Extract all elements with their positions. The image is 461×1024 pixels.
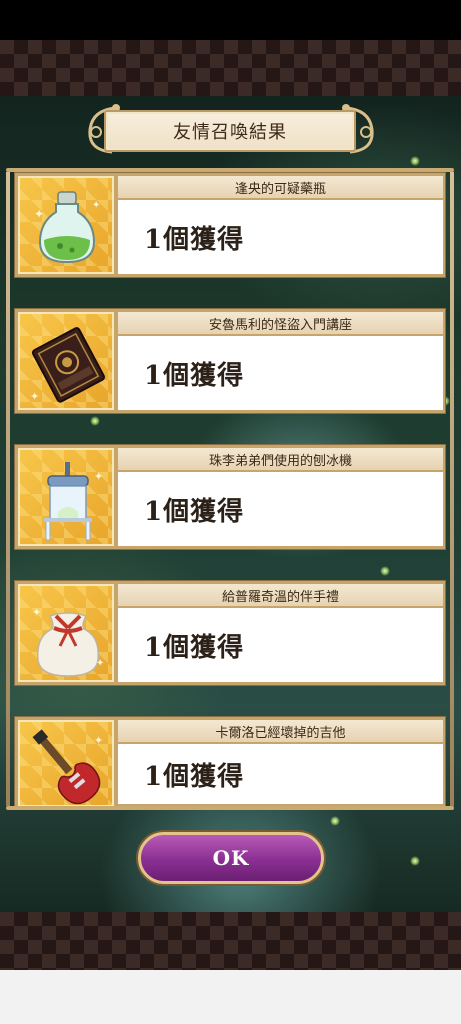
item-result-panel: 1個獲得 bbox=[118, 472, 443, 546]
status-bar bbox=[0, 0, 461, 40]
item-result: 1個獲得 bbox=[144, 360, 245, 391]
item-result: 1個獲得 bbox=[144, 632, 245, 663]
item-icon-frame: ✦ bbox=[18, 448, 114, 546]
potion-bottle-icon: ✦ ✦ bbox=[34, 191, 100, 264]
item-name: 珠李弟弟們使用的刨冰機 bbox=[118, 448, 443, 470]
ok-button[interactable]: OK bbox=[138, 832, 324, 884]
result-card: ✦ 珠李弟弟們使用的刨冰機 1個獲得 bbox=[14, 444, 446, 550]
item-result-panel: 1個獲得 bbox=[118, 336, 443, 410]
svg-text:✦: ✦ bbox=[96, 658, 104, 669]
item-result: 1個獲得 bbox=[144, 761, 245, 792]
page-title: 友情召喚結果 bbox=[173, 122, 287, 143]
frame-rail-bottom bbox=[6, 806, 454, 810]
bottom-diamond-border bbox=[0, 912, 461, 970]
item-name: 安魯馬利的怪盜入門講座 bbox=[118, 312, 443, 334]
item-name: 逢央的可疑藥瓶 bbox=[118, 176, 443, 198]
item-icon-frame: ✦ ✦ bbox=[18, 176, 114, 274]
frame-right-bar bbox=[450, 172, 454, 806]
navigation-bar-area bbox=[0, 970, 461, 1024]
item-result-panel: 1個獲得 bbox=[118, 744, 443, 804]
svg-text:✦: ✦ bbox=[94, 734, 103, 747]
item-name: 卡爾洛已經壞掉的吉他 bbox=[118, 720, 443, 742]
result-card: ✦ 安魯馬利的怪盜入門講座 1個獲得 bbox=[14, 308, 446, 414]
electric-guitar-icon: ✦ bbox=[32, 729, 103, 805]
item-icon-frame: ✦ bbox=[18, 720, 114, 807]
item-result-panel: 1個獲得 bbox=[118, 200, 443, 274]
item-result-panel: 1個獲得 bbox=[118, 608, 443, 682]
top-diamond-border bbox=[0, 40, 461, 96]
item-icon-frame: ✦ ✦ bbox=[18, 584, 114, 682]
result-card: ✦ ✦ 給普羅奇溫的伴手禮 1個獲得 bbox=[14, 580, 446, 686]
svg-text:✦: ✦ bbox=[94, 470, 103, 483]
svg-text:✦: ✦ bbox=[92, 200, 100, 211]
result-card: ✦ 卡爾洛已經壞掉的吉他 1個獲得 bbox=[14, 716, 446, 807]
frame-left-bar bbox=[6, 172, 10, 806]
svg-text:✦: ✦ bbox=[30, 390, 39, 403]
shaved-ice-machine-icon: ✦ bbox=[44, 462, 103, 541]
item-name: 給普羅奇溫的伴手禮 bbox=[118, 584, 443, 606]
ok-button-label: OK bbox=[212, 846, 250, 870]
item-result: 1個獲得 bbox=[144, 224, 245, 255]
gift-bag-icon: ✦ ✦ bbox=[32, 606, 104, 677]
item-result: 1個獲得 bbox=[144, 496, 245, 527]
result-card: ✦ ✦ 逢央的可疑藥瓶 1個獲得 bbox=[14, 172, 446, 278]
result-title-plate: 友情召喚結果 bbox=[104, 110, 356, 152]
book-icon: ✦ bbox=[30, 327, 105, 403]
item-icon-frame: ✦ bbox=[18, 312, 114, 410]
svg-text:✦: ✦ bbox=[32, 606, 41, 619]
svg-text:✦: ✦ bbox=[34, 207, 44, 221]
